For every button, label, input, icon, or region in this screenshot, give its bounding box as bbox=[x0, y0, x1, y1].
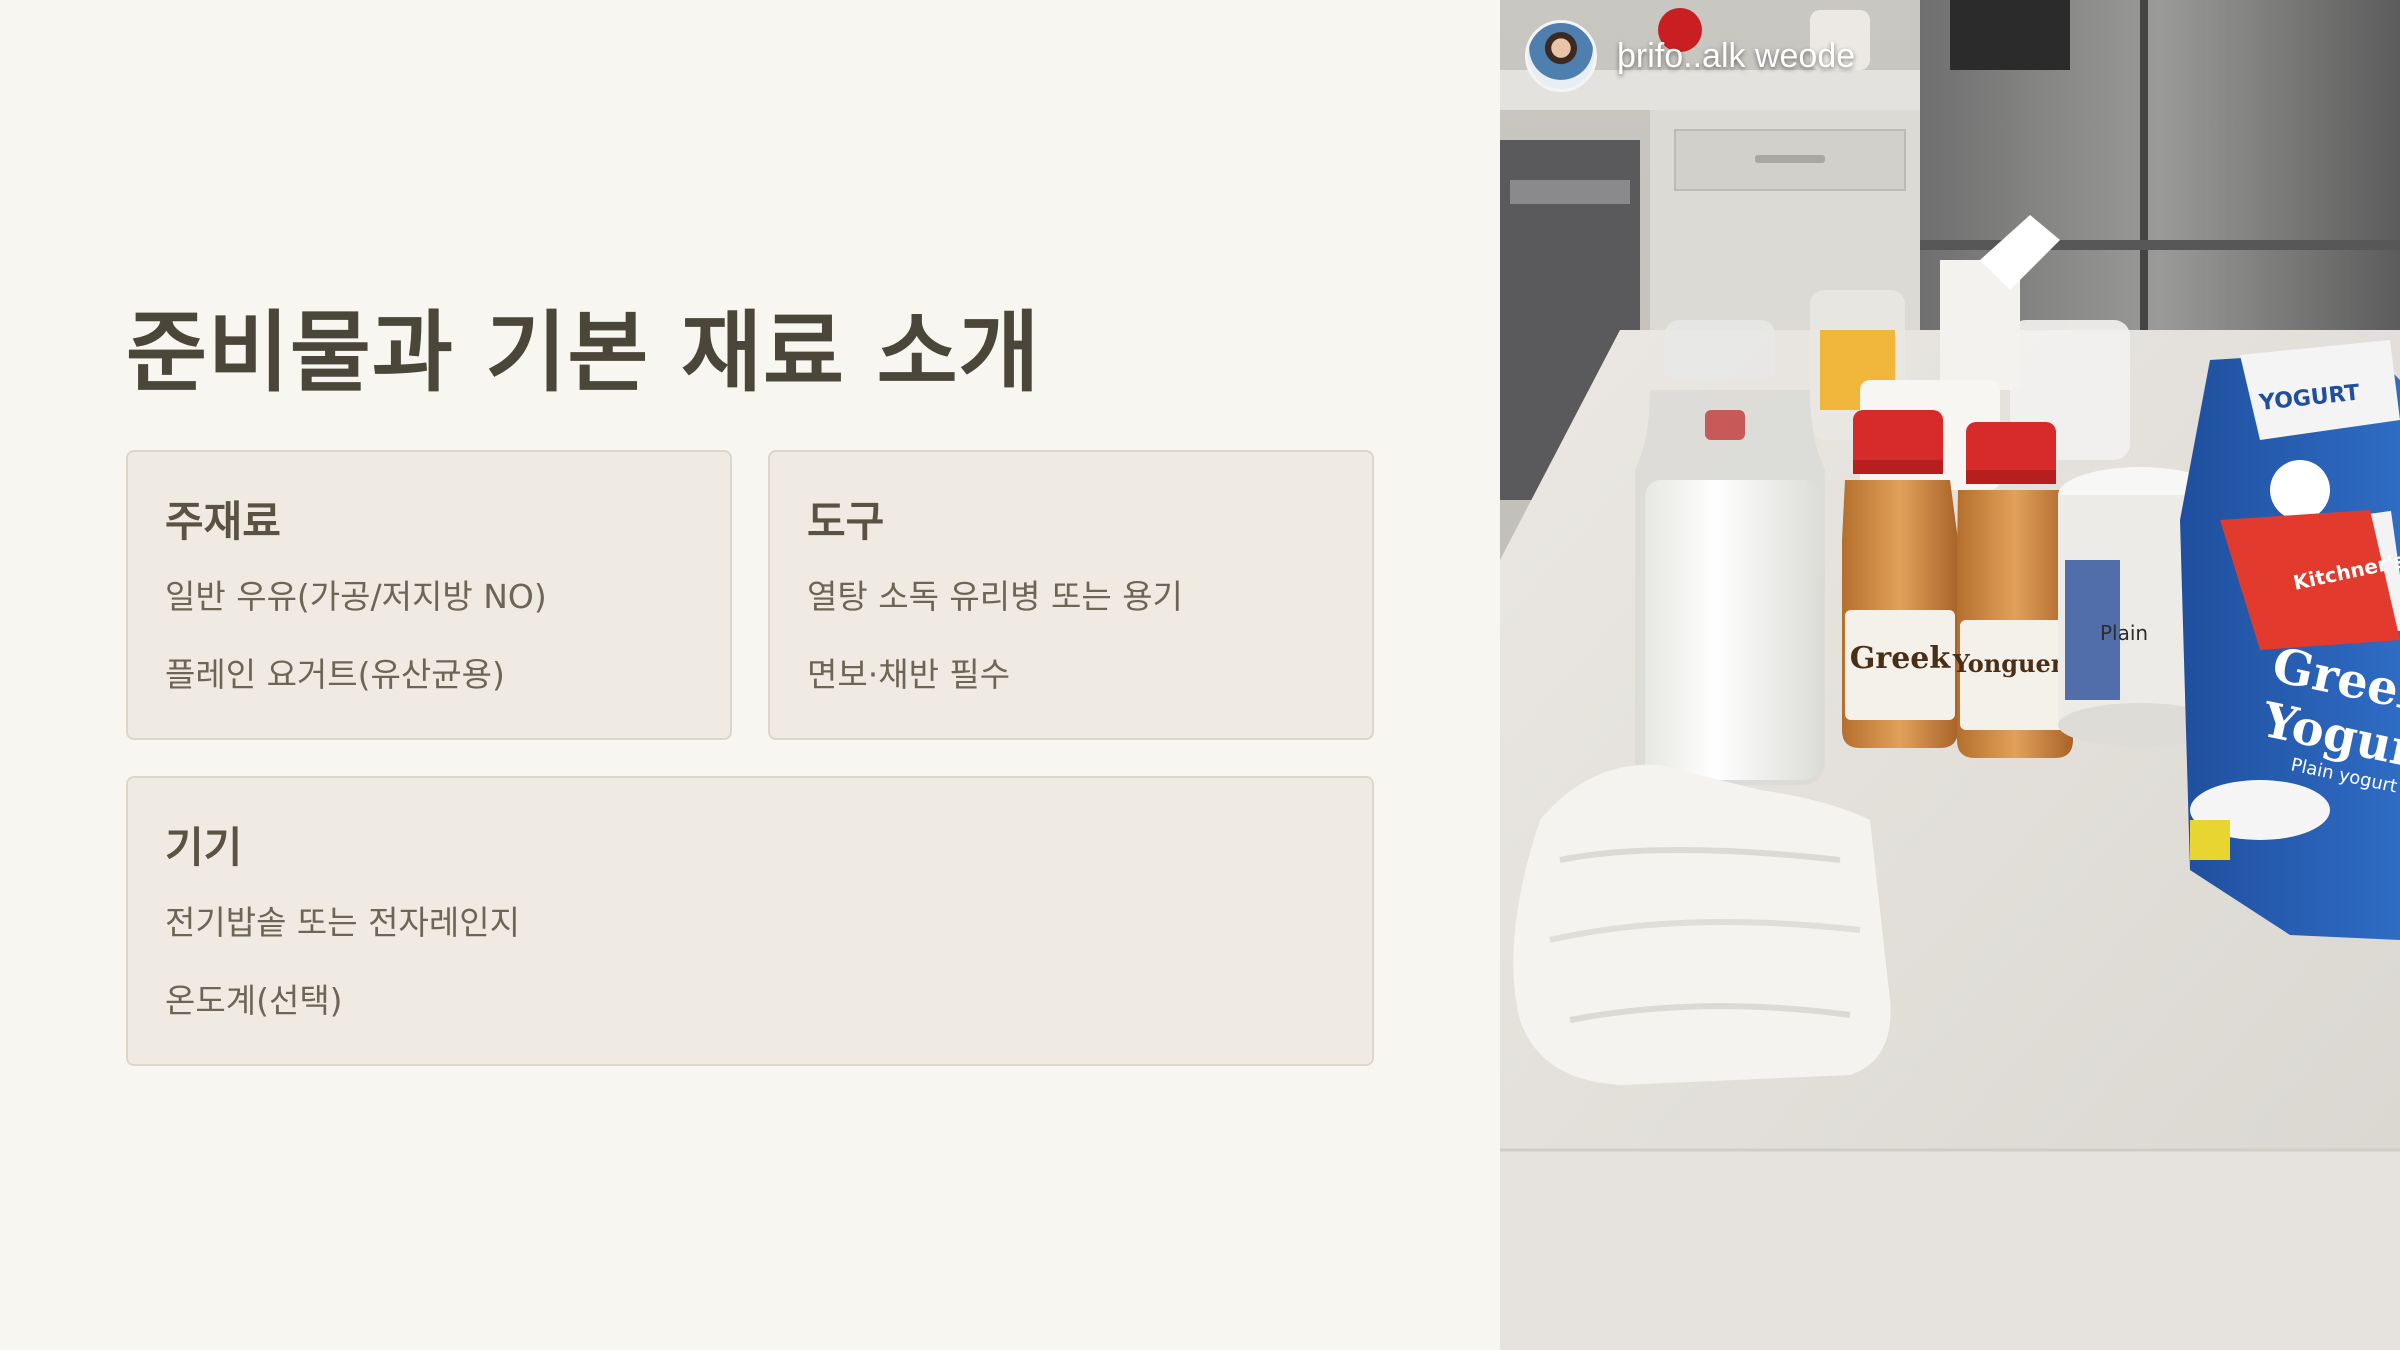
card-title: 주재료 bbox=[165, 497, 281, 546]
card-title: 도구 bbox=[807, 497, 885, 546]
kitchen-photo: Greek Yonguent Plain Kitchner's YOGURT G… bbox=[1500, 0, 2400, 1350]
card-main-ingredients: 주재료 일반 우유(가공/저지방 NO) 플레인 요거트(유산균용) bbox=[126, 450, 732, 740]
list-item: 전기밥솥 또는 전자레인지 bbox=[165, 903, 520, 942]
tub-label: Plain bbox=[2100, 621, 2148, 645]
bottle-label: Greek bbox=[1850, 641, 1952, 676]
author-badge: þrifo..alk weode bbox=[1525, 20, 1855, 92]
card-title: 기기 bbox=[165, 823, 243, 872]
list-item: 열탕 소독 유리병 또는 용기 bbox=[807, 577, 1183, 616]
list-item: 온도계(선택) bbox=[165, 981, 343, 1020]
page-title: 준비물과 기본 재료 소개 bbox=[126, 301, 1041, 404]
list-item: 플레인 요거트(유산균용) bbox=[165, 655, 505, 694]
author-name: þrifo..alk weode bbox=[1617, 36, 1856, 75]
avatar bbox=[1525, 20, 1597, 92]
content-panel: 준비물과 기본 재료 소개 주재료 일반 우유(가공/저지방 NO) 플레인 요… bbox=[0, 0, 1500, 1350]
kitchen-photo-illustration: Greek Yonguent Plain Kitchner's YOGURT G… bbox=[1500, 0, 2400, 1350]
card-appliances: 기기 전기밥솥 또는 전자레인지 온도계(선택) bbox=[126, 776, 1374, 1066]
card-tools: 도구 열탕 소독 유리병 또는 용기 면보·채반 필수 bbox=[768, 450, 1374, 740]
list-item: 면보·채반 필수 bbox=[807, 655, 1011, 694]
list-item: 일반 우유(가공/저지방 NO) bbox=[165, 577, 547, 616]
